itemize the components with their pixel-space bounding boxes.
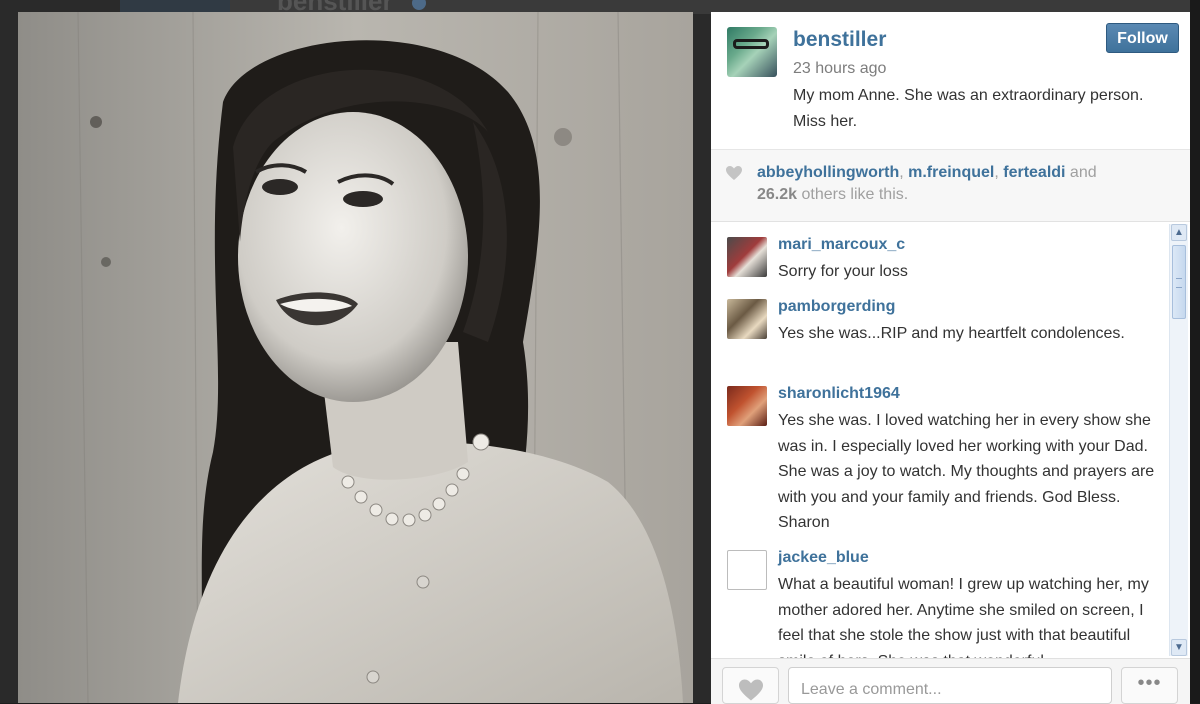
comment-text: Sorry for your loss: [778, 263, 908, 280]
post-photo[interactable]: [18, 12, 693, 703]
commenter-avatar[interactable]: [727, 386, 767, 426]
liker-separator: ,: [899, 164, 909, 181]
commenter-avatar[interactable]: [727, 237, 767, 277]
post-timestamp: 23 hours ago: [793, 60, 887, 77]
avatar-glasses: [733, 39, 769, 49]
commenter-avatar[interactable]: [727, 550, 767, 590]
comment-text: Yes she was. I loved watching her in eve…: [778, 412, 1155, 531]
comment-footer: •••: [711, 658, 1190, 704]
likes-summary: abbeyhollingworth, m.freinquel, ferteald…: [757, 162, 1167, 206]
heart-icon: [726, 166, 742, 180]
follow-button[interactable]: Follow: [1106, 23, 1179, 53]
comment-text: What a beautiful woman! I grew up watchi…: [778, 576, 1149, 658]
liker-link[interactable]: fertealdi: [1003, 164, 1065, 181]
heart-icon: [739, 679, 763, 701]
commenter-username[interactable]: pamborgerding: [778, 298, 895, 316]
scrollbar-thumb[interactable]: [1172, 245, 1186, 319]
verified-badge-icon: [412, 0, 426, 10]
background-edge: [1190, 0, 1200, 703]
scroll-up-arrow-icon[interactable]: ▲: [1171, 224, 1187, 241]
post-header: benstiller 23 hours ago My mom Anne. She…: [711, 12, 1190, 150]
comments-list[interactable]: mari_marcoux_c Sorry for your loss pambo…: [711, 222, 1190, 658]
comment-input[interactable]: [788, 667, 1112, 704]
post-caption: My mom Anne. She was an extraordinary pe…: [793, 87, 1144, 130]
commenter-username[interactable]: jackee_blue: [778, 549, 869, 567]
scroll-down-arrow-icon[interactable]: ▼: [1171, 639, 1187, 656]
liker-separator: ,: [994, 164, 1004, 181]
author-avatar[interactable]: [727, 27, 777, 77]
comments-scrollbar[interactable]: ▲ ▼: [1169, 224, 1188, 656]
more-options-button[interactable]: •••: [1121, 667, 1178, 704]
likes-count[interactable]: 26.2k: [757, 186, 797, 203]
commenter-username[interactable]: mari_marcoux_c: [778, 236, 905, 254]
commenter-avatar[interactable]: [727, 299, 767, 339]
liker-link[interactable]: abbeyhollingworth: [757, 164, 899, 181]
author-username-link[interactable]: benstiller: [793, 28, 886, 52]
commenter-username[interactable]: sharonlicht1964: [778, 385, 900, 403]
liker-link[interactable]: m.freinquel: [908, 164, 994, 181]
likes-and: and: [1065, 164, 1097, 181]
portrait-image: [18, 12, 693, 703]
likes-others: others like this.: [797, 186, 909, 203]
comment-text: Yes she was...RIP and my heartfelt condo…: [778, 325, 1125, 342]
post-details-panel: benstiller 23 hours ago My mom Anne. She…: [711, 12, 1190, 704]
like-button[interactable]: [722, 667, 779, 704]
likes-section: abbeyhollingworth, m.freinquel, ferteald…: [711, 150, 1190, 222]
scrollbar-grip: [1176, 278, 1182, 288]
